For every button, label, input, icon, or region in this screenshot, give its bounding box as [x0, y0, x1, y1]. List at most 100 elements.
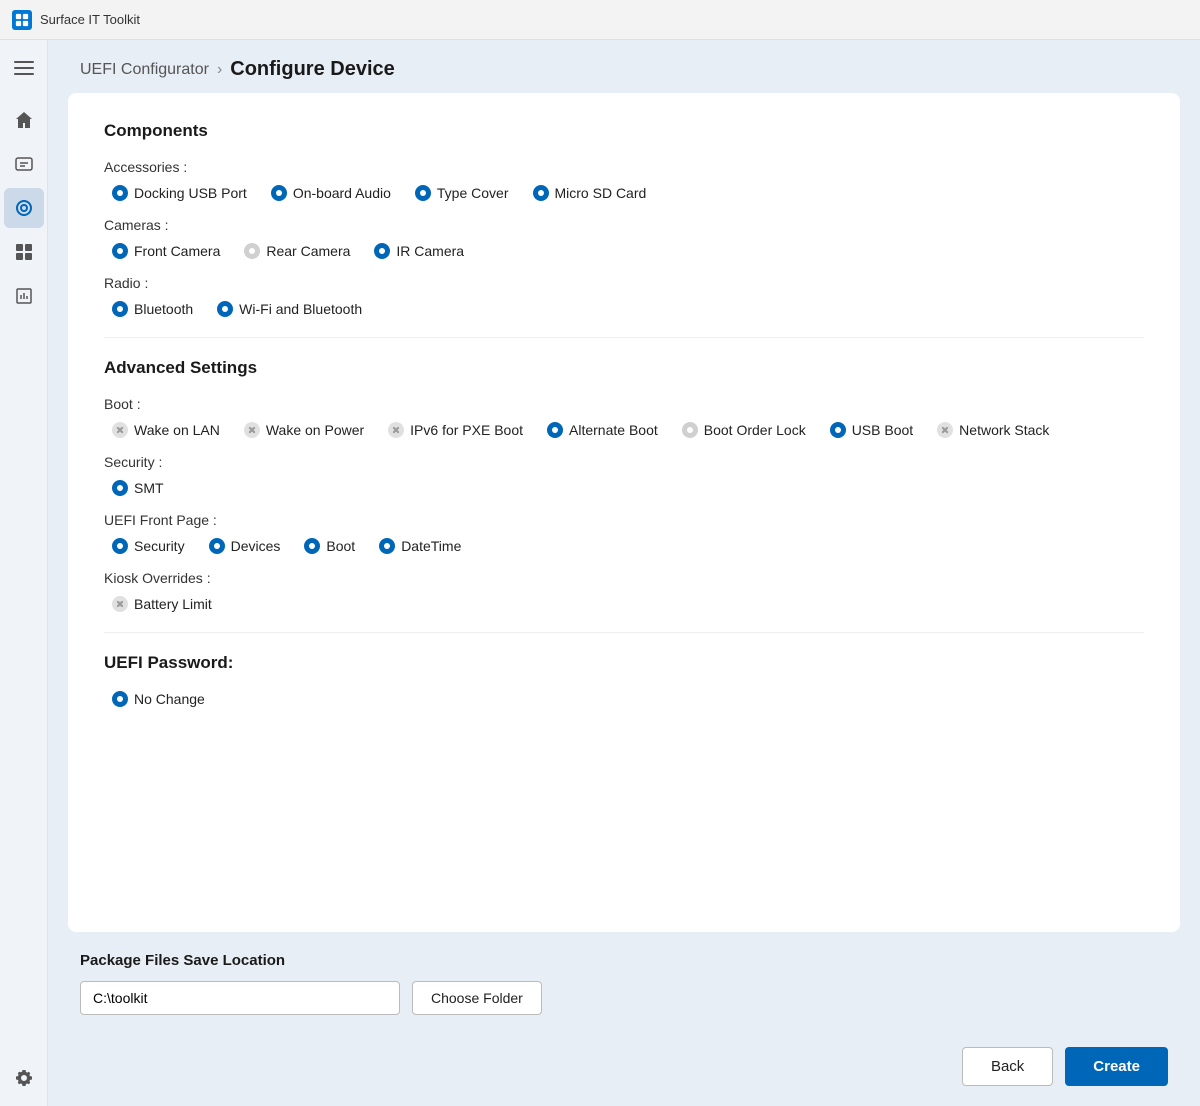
- breadcrumb-parent[interactable]: UEFI Configurator: [80, 61, 209, 79]
- option-security-fp[interactable]: Security: [112, 538, 185, 554]
- sidebar-item-apps[interactable]: [4, 232, 44, 272]
- title-bar: Surface IT Toolkit: [0, 0, 1200, 40]
- uefi-password-options: No Change: [104, 691, 1144, 707]
- option-wake-on-lan[interactable]: Wake on LAN: [112, 422, 220, 438]
- option-alternate-boot[interactable]: Alternate Boot: [547, 422, 658, 438]
- option-battery-limit-label: Battery Limit: [134, 596, 212, 612]
- kiosk-overrides-label: Kiosk Overrides :: [104, 570, 1144, 586]
- option-no-change-label: No Change: [134, 691, 205, 707]
- app-layout: UEFI Configurator › Configure Device Com…: [0, 40, 1200, 1106]
- option-wifi-bluetooth-label: Wi-Fi and Bluetooth: [239, 301, 362, 317]
- option-docking-usb[interactable]: Docking USB Port: [112, 185, 247, 201]
- option-network-stack-label: Network Stack: [959, 422, 1049, 438]
- option-ipv6-pxe-label: IPv6 for PXE Boot: [410, 422, 523, 438]
- option-rear-camera[interactable]: Rear Camera: [244, 243, 350, 259]
- save-location-input[interactable]: [80, 981, 400, 1015]
- option-wifi-bluetooth[interactable]: Wi-Fi and Bluetooth: [217, 301, 362, 317]
- radio-onboard-audio: [271, 185, 287, 201]
- sidebar-item-settings[interactable]: [4, 1058, 44, 1098]
- choose-folder-button[interactable]: Choose Folder: [412, 981, 542, 1015]
- radio-devices-fp: [209, 538, 225, 554]
- radio-docking-usb: [112, 185, 128, 201]
- option-onboard-audio[interactable]: On-board Audio: [271, 185, 391, 201]
- option-ir-camera-label: IR Camera: [396, 243, 464, 259]
- accessories-options: Docking USB Port On-board Audio Type Cov…: [104, 185, 1144, 201]
- accessories-subsection: Accessories : Docking USB Port On-board …: [104, 159, 1144, 201]
- option-ipv6-pxe[interactable]: IPv6 for PXE Boot: [388, 422, 523, 438]
- bottom-section: Package Files Save Location Choose Folde…: [48, 932, 1200, 1035]
- radio-bluetooth: [112, 301, 128, 317]
- option-network-stack[interactable]: Network Stack: [937, 422, 1049, 438]
- option-usb-boot[interactable]: USB Boot: [830, 422, 913, 438]
- radio-network-stack: [937, 422, 953, 438]
- radio-options: Bluetooth Wi-Fi and Bluetooth: [104, 301, 1144, 317]
- radio-ipv6-pxe: [388, 422, 404, 438]
- radio-wake-on-power: [244, 422, 260, 438]
- option-devices-fp-label: Devices: [231, 538, 281, 554]
- option-micro-sd[interactable]: Micro SD Card: [533, 185, 647, 201]
- create-button[interactable]: Create: [1065, 1047, 1168, 1086]
- option-datetime-fp-label: DateTime: [401, 538, 461, 554]
- accessories-label: Accessories :: [104, 159, 1144, 175]
- boot-subsection: Boot : Wake on LAN Wake on Power IPv6: [104, 396, 1144, 438]
- radio-no-change: [112, 691, 128, 707]
- sidebar-item-reports[interactable]: [4, 276, 44, 316]
- kiosk-overrides-options: Battery Limit: [104, 596, 1144, 612]
- option-ir-camera[interactable]: IR Camera: [374, 243, 464, 259]
- option-battery-limit[interactable]: Battery Limit: [112, 596, 212, 612]
- radio-wifi-bluetooth: [217, 301, 233, 317]
- option-wake-on-lan-label: Wake on LAN: [134, 422, 220, 438]
- radio-ir-camera: [374, 243, 390, 259]
- menu-button[interactable]: [4, 48, 44, 88]
- radio-datetime-fp: [379, 538, 395, 554]
- option-type-cover[interactable]: Type Cover: [415, 185, 509, 201]
- option-bluetooth[interactable]: Bluetooth: [112, 301, 193, 317]
- advanced-settings-title: Advanced Settings: [104, 358, 1144, 378]
- uefi-front-page-options: Security Devices Boot DateTime: [104, 538, 1144, 554]
- radio-security-fp: [112, 538, 128, 554]
- breadcrumb-current: Configure Device: [230, 58, 394, 81]
- option-wake-on-power[interactable]: Wake on Power: [244, 422, 364, 438]
- breadcrumb: UEFI Configurator › Configure Device: [48, 40, 1200, 93]
- option-alternate-boot-label: Alternate Boot: [569, 422, 658, 438]
- save-location-row: Choose Folder: [80, 981, 1168, 1015]
- save-location-label: Package Files Save Location: [80, 952, 1168, 969]
- option-rear-camera-label: Rear Camera: [266, 243, 350, 259]
- radio-rear-camera: [244, 243, 260, 259]
- option-datetime-fp[interactable]: DateTime: [379, 538, 461, 554]
- security-options: SMT: [104, 480, 1144, 496]
- radio-label: Radio :: [104, 275, 1144, 291]
- components-section: Components Accessories : Docking USB Por…: [104, 121, 1144, 317]
- cameras-label: Cameras :: [104, 217, 1144, 233]
- option-smt-label: SMT: [134, 480, 164, 496]
- option-devices-fp[interactable]: Devices: [209, 538, 281, 554]
- main-content: UEFI Configurator › Configure Device Com…: [48, 40, 1200, 1106]
- app-icon: [12, 10, 32, 30]
- sidebar-item-home[interactable]: [4, 100, 44, 140]
- radio-alternate-boot: [547, 422, 563, 438]
- uefi-front-page-subsection: UEFI Front Page : Security Devices Bo: [104, 512, 1144, 554]
- advanced-settings-section: Advanced Settings Boot : Wake on LAN Wak…: [104, 358, 1144, 612]
- option-type-cover-label: Type Cover: [437, 185, 509, 201]
- components-title: Components: [104, 121, 1144, 141]
- option-smt[interactable]: SMT: [112, 480, 164, 496]
- boot-options: Wake on LAN Wake on Power IPv6 for PXE B…: [104, 422, 1144, 438]
- option-no-change[interactable]: No Change: [112, 691, 205, 707]
- option-boot-fp[interactable]: Boot: [304, 538, 355, 554]
- option-bluetooth-label: Bluetooth: [134, 301, 193, 317]
- option-front-camera-label: Front Camera: [134, 243, 220, 259]
- sidebar-item-uefi[interactable]: [4, 188, 44, 228]
- option-front-camera[interactable]: Front Camera: [112, 243, 220, 259]
- sidebar: [0, 40, 48, 1106]
- option-security-fp-label: Security: [134, 538, 185, 554]
- app-title: Surface IT Toolkit: [40, 12, 140, 27]
- radio-micro-sd: [533, 185, 549, 201]
- kiosk-overrides-subsection: Kiosk Overrides : Battery Limit: [104, 570, 1144, 612]
- option-docking-usb-label: Docking USB Port: [134, 185, 247, 201]
- sidebar-item-profile[interactable]: [4, 144, 44, 184]
- back-button[interactable]: Back: [962, 1047, 1053, 1086]
- radio-wake-on-lan: [112, 422, 128, 438]
- option-boot-order-lock[interactable]: Boot Order Lock: [682, 422, 806, 438]
- uefi-front-page-label: UEFI Front Page :: [104, 512, 1144, 528]
- cameras-subsection: Cameras : Front Camera Rear Camera IR: [104, 217, 1144, 259]
